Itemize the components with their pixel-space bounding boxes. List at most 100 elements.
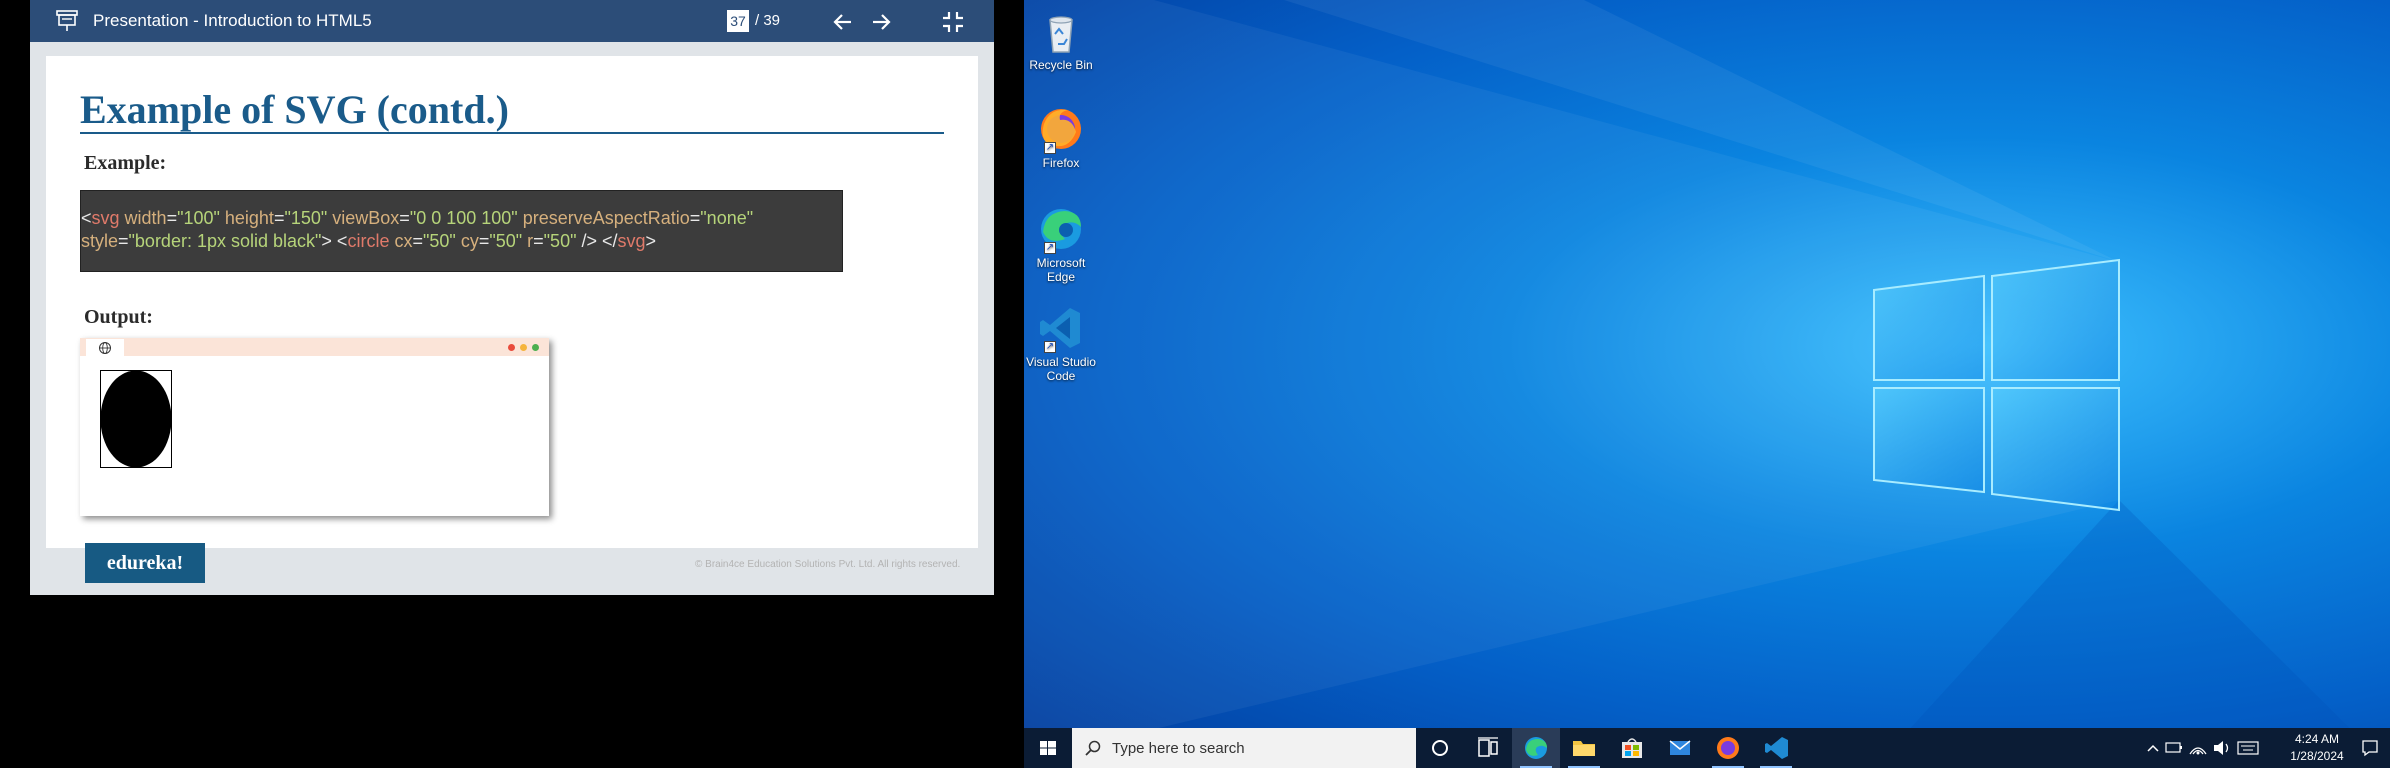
shortcut-arrow-icon: ↗: [1044, 242, 1056, 254]
code-token: "100": [177, 208, 220, 228]
code-token: svg: [91, 208, 120, 228]
current-page-input[interactable]: 37: [727, 10, 749, 32]
vscode-icon: [1765, 737, 1788, 759]
presentation-title: Presentation - Introduction to HTML5: [93, 11, 372, 30]
arrow-left-icon: [833, 14, 851, 30]
folder-icon: [1573, 741, 1595, 756]
taskbar-mail-button[interactable]: [1656, 728, 1704, 768]
code-token: preserveAspectRatio: [517, 208, 690, 228]
taskbar-store-button[interactable]: [1608, 728, 1656, 768]
chevron-up-icon: [2147, 744, 2159, 752]
code-token: =: [689, 208, 701, 228]
desktop-icon-label: Visual Studio Code: [1026, 355, 1096, 383]
wallpaper-windows-logo: [1024, 0, 2390, 768]
title-underline: [80, 132, 944, 134]
presentation-title-bar: Presentation - Introduction to HTML5 37 …: [30, 0, 994, 42]
exit-fullscreen-button[interactable]: [940, 9, 966, 35]
cortana-button[interactable]: [1416, 728, 1464, 768]
output-label: Output:: [84, 306, 153, 328]
globe-icon: [99, 342, 111, 354]
code-token: =: [412, 231, 423, 251]
taskbar: Type here to search 4:24 AM 1/28/2024: [1024, 728, 2390, 768]
arrow-right-icon: [873, 14, 891, 30]
code-block: <svg width="100" height="150" viewBox="0…: [80, 190, 843, 272]
shortcut-arrow-icon: ↗: [1044, 341, 1056, 353]
action-center-button[interactable]: [2360, 738, 2380, 758]
code-line: <svg width="100" height="150" viewBox="0…: [81, 207, 842, 230]
code-line: style="border: 1px solid black"> <circle…: [81, 230, 842, 253]
taskbar-edge-button[interactable]: [1512, 728, 1560, 768]
browser-tab-bar: [80, 338, 549, 356]
code-token: cx: [389, 231, 413, 251]
page-total: / 39: [755, 12, 781, 29]
code-token: "50": [489, 231, 523, 251]
desktop: Recycle Bin ↗ Firefox ↗ Microsoft Edge ↗…: [1024, 0, 2390, 768]
task-view-button[interactable]: [1464, 728, 1512, 768]
code-token: =: [478, 231, 490, 251]
desktop-icon-recycle-bin[interactable]: Recycle Bin: [1025, 6, 1097, 72]
presentation-icon: [56, 10, 78, 31]
window-minimize-dot: [520, 344, 527, 351]
notification-icon: [2362, 740, 2378, 757]
code-token: =: [533, 231, 544, 251]
code-token: /> </: [576, 231, 618, 251]
code-token: "none": [700, 208, 754, 228]
window-close-dot: [508, 344, 515, 351]
next-slide-button[interactable]: [868, 9, 894, 35]
window-maximize-dot: [532, 344, 539, 351]
code-token: "150": [284, 208, 328, 228]
code-token: > <: [321, 231, 348, 251]
desktop-icon-label: Microsoft Edge: [1036, 256, 1086, 284]
keyboard-icon: [2237, 741, 2259, 755]
code-token: "0 0 100 100": [409, 208, 518, 228]
output-browser-mockup: [80, 338, 549, 516]
code-token: style: [81, 231, 119, 251]
slide: Example of SVG (contd.) Example: <svg wi…: [46, 56, 978, 548]
search-placeholder: Type here to search: [1112, 740, 1245, 757]
code-token: r: [522, 231, 534, 251]
search-icon: [1085, 740, 1101, 756]
browser-tab: [86, 339, 124, 356]
taskbar-file-explorer-button[interactable]: [1560, 728, 1608, 768]
code-token: viewBox: [327, 208, 400, 228]
firefox-icon: [1717, 737, 1739, 759]
code-token: circle: [347, 231, 390, 251]
code-token: =: [166, 208, 178, 228]
desktop-icon-firefox[interactable]: ↗ Firefox: [1025, 104, 1097, 170]
screen: Presentation - Introduction to HTML5 37 …: [0, 0, 2390, 768]
desktop-icon-edge[interactable]: ↗ Microsoft Edge: [1025, 204, 1097, 284]
code-token: "50": [423, 231, 456, 251]
taskbar-firefox-button[interactable]: [1704, 728, 1752, 768]
desktop-icon-label: Recycle Bin: [1029, 58, 1093, 72]
taskbar-search-box[interactable]: Type here to search: [1072, 728, 1416, 768]
copyright-text: © Brain4ce Education Solutions Pvt. Ltd.…: [695, 559, 961, 570]
shortcut-arrow-icon: ↗: [1044, 142, 1056, 154]
recycle-bin-icon: [1049, 16, 1073, 53]
edge-icon: [1525, 737, 1547, 759]
presentation-window: Presentation - Introduction to HTML5 37 …: [30, 0, 994, 595]
code-token: =: [273, 208, 285, 228]
code-token: "border: 1px solid black": [128, 231, 322, 251]
code-token: width: [119, 208, 167, 228]
taskbar-vscode-button[interactable]: [1752, 728, 1800, 768]
desktop-icon-label: Firefox: [1042, 156, 1080, 170]
battery-icon: [2165, 742, 2182, 753]
code-token: =: [399, 208, 410, 228]
code-token: =: [118, 231, 129, 251]
svg-output-ellipse: [100, 370, 172, 468]
edureka-logo: edureka!: [85, 543, 205, 583]
clock-time[interactable]: 4:24 AM: [2287, 732, 2347, 746]
volume-icon: [2214, 741, 2229, 755]
start-button[interactable]: [1024, 728, 1072, 768]
system-tray: [2147, 741, 2259, 755]
code-token: svg: [617, 231, 646, 251]
code-token: height: [219, 208, 274, 228]
previous-slide-button[interactable]: [830, 9, 856, 35]
code-token: cy: [455, 231, 479, 251]
code-token: <: [81, 208, 92, 228]
example-label: Example:: [84, 152, 167, 174]
desktop-icon-vscode[interactable]: ↗ Visual Studio Code: [1025, 303, 1097, 383]
code-token: "50": [543, 231, 577, 251]
slide-title: Example of SVG (contd.): [80, 87, 509, 132]
clock-date[interactable]: 1/28/2024: [2277, 749, 2357, 763]
